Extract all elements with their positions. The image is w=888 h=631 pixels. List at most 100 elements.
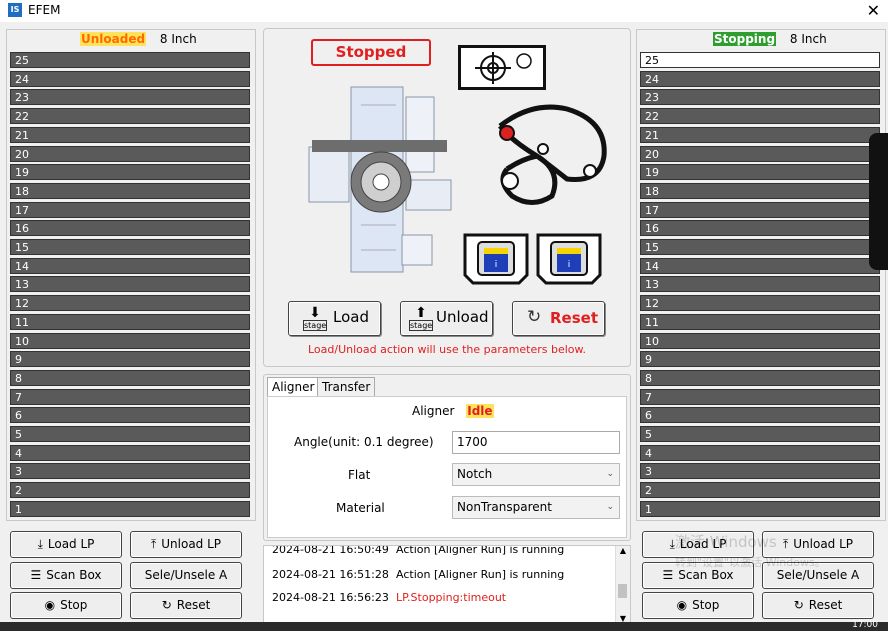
- slot-22[interactable]: 22: [640, 108, 880, 125]
- stage-unload-icon: ⬆ stage: [409, 305, 433, 331]
- slot-11[interactable]: 11: [640, 313, 880, 330]
- list-icon: ☰: [30, 568, 42, 582]
- chevron-down-icon: ⌄: [606, 502, 614, 512]
- unload-icon: ⤒: [150, 537, 157, 551]
- right-loadport-panel: Stopping 8 Inch 25 24 23 22 21 20 19 18 17 16 15 14…: [636, 29, 886, 521]
- robot-panel: Stopped i i ⬇ stage Load ⬆ stage Unload …: [263, 28, 631, 367]
- slot-5[interactable]: 5: [640, 426, 880, 442]
- slot-14[interactable]: 14: [10, 257, 250, 274]
- slot-17[interactable]: 17: [640, 201, 880, 218]
- slot-9[interactable]: 9: [640, 351, 880, 368]
- slot-18[interactable]: 18: [640, 182, 880, 199]
- slot-13[interactable]: 13: [10, 276, 250, 293]
- angle-label: Angle(unit: 0.1 degree): [294, 435, 434, 449]
- log-row: 2024-08-21 16:50:49 Action [Aligner Run] …: [272, 545, 565, 556]
- slot-3[interactable]: 3: [10, 463, 250, 480]
- slot-13[interactable]: 13: [640, 276, 880, 293]
- slot-5[interactable]: 5: [10, 426, 250, 442]
- slot-6[interactable]: 6: [640, 407, 880, 424]
- slot-20[interactable]: 20: [640, 145, 880, 162]
- close-icon[interactable]: ✕: [867, 0, 880, 22]
- app-icon: IS: [8, 3, 22, 17]
- slot-21[interactable]: 21: [10, 126, 250, 143]
- slot-16[interactable]: 16: [640, 220, 880, 237]
- reset-icon: ↻: [527, 307, 542, 327]
- slot-19[interactable]: 19: [640, 164, 880, 181]
- tab-aligner[interactable]: Aligner: [267, 377, 320, 397]
- slot-10[interactable]: 10: [10, 332, 250, 349]
- stage-b-icon: i: [536, 233, 602, 285]
- slot-18[interactable]: 18: [10, 182, 250, 199]
- slot-15[interactable]: 15: [10, 239, 250, 255]
- load-button[interactable]: ⬇ stage Load: [288, 301, 381, 336]
- reset-button[interactable]: ↻ Reset: [512, 301, 605, 336]
- left-reset-button[interactable]: ↻ Reset: [130, 592, 242, 619]
- slot-12[interactable]: 12: [10, 295, 250, 312]
- unload-button[interactable]: ⬆ stage Unload: [400, 301, 493, 336]
- aligner-title: Aligner Idle: [412, 404, 494, 418]
- slot-9[interactable]: 9: [10, 351, 250, 368]
- slot-22[interactable]: 22: [10, 108, 250, 125]
- slot-19[interactable]: 19: [10, 164, 250, 181]
- flat-label: Flat: [348, 468, 371, 482]
- reset-icon: ↻: [161, 598, 172, 612]
- right-reset-button[interactable]: ↻ Reset: [762, 592, 874, 619]
- title-bar: IS EFEM ✕: [0, 0, 888, 22]
- settings-tabs-panel: Aligner Transfer Aligner Idle Angle(unit…: [263, 374, 631, 541]
- slot-8[interactable]: 8: [10, 369, 250, 386]
- side-overlay-widget[interactable]: [869, 133, 888, 270]
- left-unload-lp-button[interactable]: ⤒ Unload LP: [130, 531, 242, 558]
- left-scan-box-button[interactable]: ☰ Scan Box: [10, 562, 122, 589]
- slot-2[interactable]: 2: [640, 482, 880, 499]
- slot-25[interactable]: 25: [10, 52, 250, 68]
- left-load-lp-button[interactable]: ⤓ Load LP: [10, 531, 122, 558]
- angle-input[interactable]: 1700: [452, 431, 620, 454]
- slot-20[interactable]: 20: [10, 145, 250, 162]
- left-select-button[interactable]: Sele/Unsele A: [130, 562, 242, 589]
- tab-transfer[interactable]: Transfer: [317, 377, 376, 396]
- slot-7[interactable]: 7: [640, 388, 880, 405]
- slot-23[interactable]: 23: [640, 89, 880, 106]
- scroll-up-icon[interactable]: ▲: [616, 546, 630, 555]
- aligner-tab-body: Aligner Idle Angle(unit: 0.1 degree) 170…: [267, 396, 627, 538]
- slot-25[interactable]: 25: [640, 52, 880, 68]
- slot-11[interactable]: 11: [10, 313, 250, 330]
- efem-machine-image: [306, 85, 456, 275]
- slot-10[interactable]: 10: [640, 332, 880, 349]
- slot-12[interactable]: 12: [640, 295, 880, 312]
- left-lp-status-badge: Unloaded: [80, 32, 147, 46]
- slot-3[interactable]: 3: [640, 463, 880, 480]
- window-title: EFEM: [28, 3, 61, 17]
- aligner-target-icon: [458, 45, 546, 90]
- slot-4[interactable]: 4: [10, 444, 250, 461]
- slot-7[interactable]: 7: [10, 388, 250, 405]
- slot-23[interactable]: 23: [10, 89, 250, 106]
- slot-1[interactable]: 1: [10, 500, 250, 517]
- activation-watermark-sub: 转到"设置"以激活 Windows。: [675, 556, 826, 569]
- slot-14[interactable]: 14: [640, 257, 880, 274]
- left-stop-button[interactable]: ◉ Stop: [10, 592, 122, 619]
- slot-15[interactable]: 15: [640, 239, 880, 255]
- material-label: Material: [336, 501, 385, 515]
- event-log[interactable]: 2024-08-21 16:50:49 Action [Aligner Run] …: [263, 545, 631, 624]
- list-icon: ☰: [662, 568, 674, 582]
- slot-6[interactable]: 6: [10, 407, 250, 424]
- log-row: 2024-08-21 16:56:23 LP.Stopping:timeout: [272, 591, 507, 604]
- slot-24[interactable]: 24: [640, 70, 880, 87]
- slot-2[interactable]: 2: [10, 482, 250, 499]
- reset-icon: ↻: [793, 598, 804, 612]
- material-select[interactable]: NonTransparent ⌄: [452, 496, 620, 519]
- slot-8[interactable]: 8: [640, 369, 880, 386]
- flat-select[interactable]: Notch ⌄: [452, 463, 620, 486]
- slot-24[interactable]: 24: [10, 70, 250, 87]
- load-unload-note: Load/Unload action will use the paramete…: [308, 343, 586, 356]
- log-scrollbar[interactable]: ▲ ▼: [615, 546, 630, 623]
- slot-17[interactable]: 17: [10, 201, 250, 218]
- slot-21[interactable]: 21: [640, 126, 880, 143]
- load-icon: ⤓: [37, 537, 43, 551]
- slot-4[interactable]: 4: [640, 444, 880, 461]
- slot-16[interactable]: 16: [10, 220, 250, 237]
- scroll-thumb[interactable]: [618, 584, 627, 598]
- slot-1[interactable]: 1: [640, 500, 880, 517]
- right-stop-button[interactable]: ◉ Stop: [642, 592, 754, 619]
